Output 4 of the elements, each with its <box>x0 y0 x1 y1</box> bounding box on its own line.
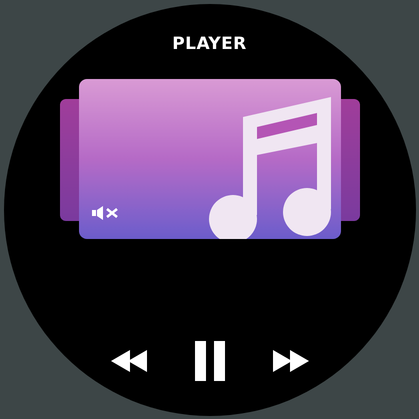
screen-title: PLAYER <box>172 36 247 52</box>
rewind-icon <box>110 350 148 372</box>
fast-forward-icon <box>270 350 308 372</box>
pause-icon <box>194 340 224 380</box>
